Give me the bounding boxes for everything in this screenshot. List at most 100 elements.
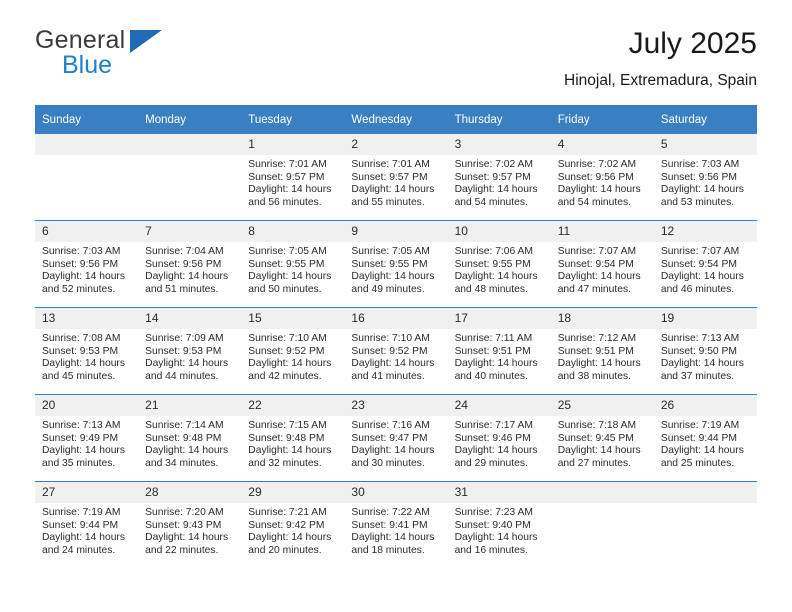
day-details: Sunrise: 7:21 AM Sunset: 9:42 PM Daylight:… [241,503,344,557]
day-details: Sunrise: 7:18 AM Sunset: 9:45 PM Daylight:… [551,416,654,470]
weekday-header-sunday: Sunday [35,105,139,134]
calendar-day-cell[interactable]: 22 Sunrise: 7:15 AM Sunset: 9:48 PM Dayligh… [241,394,345,482]
daylight-text-line2: and 38 minutes. [557,370,631,382]
logo-text-blue: Blue [62,51,113,79]
daylight-text-line1: Daylight: 14 hours [145,445,229,457]
sunset-text: Sunset: 9:52 PM [351,345,428,357]
sunrise-text: Sunrise: 7:05 AM [248,246,327,257]
calendar-day-cell[interactable]: 14 Sunrise: 7:09 AM Sunset: 9:53 PM Dayligh… [138,307,242,395]
day-details: Sunrise: 7:19 AM Sunset: 9:44 PM Daylight:… [654,416,757,470]
calendar-day-cell[interactable]: 9 Sunrise: 7:05 AM Sunset: 9:55 PM Daylight… [344,220,448,308]
day-details: Sunrise: 7:04 AM Sunset: 9:56 PM Daylight:… [138,242,241,296]
calendar-day-cell[interactable]: 21 Sunrise: 7:14 AM Sunset: 9:48 PM Dayligh… [138,394,242,482]
sunset-text: Sunset: 9:55 PM [351,258,428,270]
sunset-text: Sunset: 9:45 PM [557,432,634,444]
day-number: 2 [344,134,448,155]
day-details: Sunrise: 7:02 AM Sunset: 9:56 PM Daylight:… [551,155,654,209]
day-number [138,134,242,155]
sunrise-text: Sunrise: 7:19 AM [660,420,740,431]
calendar-day-cell[interactable]: 13 Sunrise: 7:08 AM Sunset: 9:53 PM Dayligh… [35,307,139,395]
daylight-text-line2: and 52 minutes. [42,283,116,295]
sunset-text: Sunset: 9:51 PM [557,345,634,357]
daylight-text-line2: and 49 minutes. [351,283,425,295]
sunrise-text: Sunrise: 7:09 AM [145,333,224,344]
general-blue-logo[interactable]: General Blue [35,26,265,82]
calendar-day-cell[interactable]: 19 Sunrise: 7:13 AM Sunset: 9:50 PM Dayligh… [653,307,757,395]
calendar-day-cell[interactable]: 29 Sunrise: 7:21 AM Sunset: 9:42 PM Dayligh… [241,481,345,568]
calendar-week-row: 27 Sunrise: 7:19 AM Sunset: 9:44 PM Dayligh… [35,481,757,568]
day-details: Sunrise: 7:17 AM Sunset: 9:46 PM Daylight:… [448,416,551,470]
day-details: Sunrise: 7:13 AM Sunset: 9:50 PM Daylight:… [654,329,757,383]
calendar-day-cell[interactable]: 5 Sunrise: 7:03 AM Sunset: 9:56 PM Daylight… [653,134,757,221]
daylight-text-line2: and 50 minutes. [248,283,322,295]
calendar-day-cell[interactable]: 16 Sunrise: 7:10 AM Sunset: 9:52 PM Dayligh… [344,307,448,395]
day-details: Sunrise: 7:15 AM Sunset: 9:48 PM Daylight:… [241,416,344,470]
calendar-week-row: 13 Sunrise: 7:08 AM Sunset: 9:53 PM Dayligh… [35,307,757,395]
daylight-text-line1: Daylight: 14 hours [454,358,538,370]
calendar-day-cell[interactable]: 8 Sunrise: 7:05 AM Sunset: 9:55 PM Daylight… [241,220,345,308]
calendar-day-cell[interactable]: 12 Sunrise: 7:07 AM Sunset: 9:54 PM Dayligh… [653,220,757,308]
daylight-text-line2: and 29 minutes. [454,457,528,469]
calendar-week-row: 1 Sunrise: 7:01 AM Sunset: 9:57 PM Daylight… [35,134,757,221]
day-details: Sunrise: 7:05 AM Sunset: 9:55 PM Daylight:… [344,242,447,296]
calendar-day-cell[interactable]: 24 Sunrise: 7:17 AM Sunset: 9:46 PM Dayligh… [447,394,551,482]
sunrise-text: Sunrise: 7:07 AM [557,246,637,257]
sunrise-text: Sunrise: 7:11 AM [454,333,533,344]
calendar-day-cell[interactable]: 4 Sunrise: 7:02 AM Sunset: 9:56 PM Daylight… [550,134,654,221]
sunrise-text: Sunrise: 7:12 AM [557,333,637,344]
calendar-day-cell[interactable]: 28 Sunrise: 7:20 AM Sunset: 9:43 PM Dayligh… [138,481,242,568]
daylight-text-line2: and 41 minutes. [351,370,425,382]
sunrise-sunset-calendar: Sunday Monday Tuesday Wednesday Thursday… [35,105,757,568]
day-number: 26 [653,395,757,416]
daylight-text-line2: and 16 minutes. [454,544,528,556]
daylight-text-line1: Daylight: 14 hours [145,358,229,370]
daylight-text-line1: Daylight: 14 hours [660,445,744,457]
daylight-text-line2: and 55 minutes. [351,196,425,208]
sunset-text: Sunset: 9:55 PM [454,258,531,270]
day-details: Sunrise: 7:16 AM Sunset: 9:47 PM Daylight:… [344,416,447,470]
calendar-day-cell-empty [138,134,242,221]
day-details: Sunrise: 7:01 AM Sunset: 9:57 PM Daylight:… [241,155,344,209]
daylight-text-line2: and 25 minutes. [660,457,735,469]
calendar-day-cell[interactable]: 1 Sunrise: 7:01 AM Sunset: 9:57 PM Daylight… [241,134,345,221]
sunset-text: Sunset: 9:47 PM [351,432,428,444]
calendar-day-cell[interactable]: 10 Sunrise: 7:06 AM Sunset: 9:55 PM Dayligh… [447,220,551,308]
calendar-day-cell[interactable]: 3 Sunrise: 7:02 AM Sunset: 9:57 PM Daylight… [447,134,551,221]
calendar-day-cell[interactable]: 27 Sunrise: 7:19 AM Sunset: 9:44 PM Dayligh… [35,481,139,568]
calendar-day-cell[interactable]: 6 Sunrise: 7:03 AM Sunset: 9:56 PM Daylight… [35,220,139,308]
calendar-day-cell[interactable]: 7 Sunrise: 7:04 AM Sunset: 9:56 PM Daylight… [138,220,242,308]
calendar-day-cell[interactable]: 26 Sunrise: 7:19 AM Sunset: 9:44 PM Dayligh… [653,394,757,482]
daylight-text-line2: and 24 minutes. [42,544,116,556]
daylight-text-line2: and 44 minutes. [145,370,219,382]
calendar-day-cell[interactable]: 11 Sunrise: 7:07 AM Sunset: 9:54 PM Dayligh… [550,220,654,308]
daylight-text-line1: Daylight: 14 hours [660,184,744,196]
sunset-text: Sunset: 9:50 PM [660,345,737,357]
day-number: 15 [241,308,345,329]
day-details: Sunrise: 7:11 AM Sunset: 9:51 PM Daylight:… [448,329,551,383]
sunrise-text: Sunrise: 7:05 AM [351,246,430,257]
day-details: Sunrise: 7:07 AM Sunset: 9:54 PM Daylight:… [654,242,757,296]
sunrise-text: Sunrise: 7:10 AM [351,333,430,344]
daylight-text-line2: and 22 minutes. [145,544,219,556]
daylight-text-line1: Daylight: 14 hours [42,445,125,457]
calendar-day-cell[interactable]: 31 Sunrise: 7:23 AM Sunset: 9:40 PM Dayligh… [447,481,551,568]
day-number: 12 [653,221,757,242]
day-details: Sunrise: 7:09 AM Sunset: 9:53 PM Daylight:… [138,329,241,383]
calendar-week-row: 20 Sunrise: 7:13 AM Sunset: 9:49 PM Dayligh… [35,394,757,482]
calendar-day-cell[interactable]: 20 Sunrise: 7:13 AM Sunset: 9:49 PM Dayligh… [35,394,139,482]
calendar-day-cell[interactable]: 30 Sunrise: 7:22 AM Sunset: 9:41 PM Dayligh… [344,481,448,568]
calendar-day-cell[interactable]: 15 Sunrise: 7:10 AM Sunset: 9:52 PM Dayligh… [241,307,345,395]
sunrise-text: Sunrise: 7:14 AM [145,420,224,431]
calendar-day-cell[interactable]: 17 Sunrise: 7:11 AM Sunset: 9:51 PM Dayligh… [447,307,551,395]
calendar-day-cell[interactable]: 2 Sunrise: 7:01 AM Sunset: 9:57 PM Daylight… [344,134,448,221]
day-number: 10 [447,221,551,242]
day-number: 19 [653,308,757,329]
day-details: Sunrise: 7:13 AM Sunset: 9:49 PM Daylight:… [35,416,138,470]
sunrise-text: Sunrise: 7:03 AM [42,246,121,257]
calendar-day-cell[interactable]: 25 Sunrise: 7:18 AM Sunset: 9:45 PM Dayligh… [550,394,654,482]
daylight-text-line1: Daylight: 14 hours [660,271,744,283]
sunset-text: Sunset: 9:53 PM [42,345,119,357]
calendar-day-cell[interactable]: 18 Sunrise: 7:12 AM Sunset: 9:51 PM Dayligh… [550,307,654,395]
day-number: 20 [35,395,139,416]
calendar-day-cell[interactable]: 23 Sunrise: 7:16 AM Sunset: 9:47 PM Dayligh… [344,394,448,482]
